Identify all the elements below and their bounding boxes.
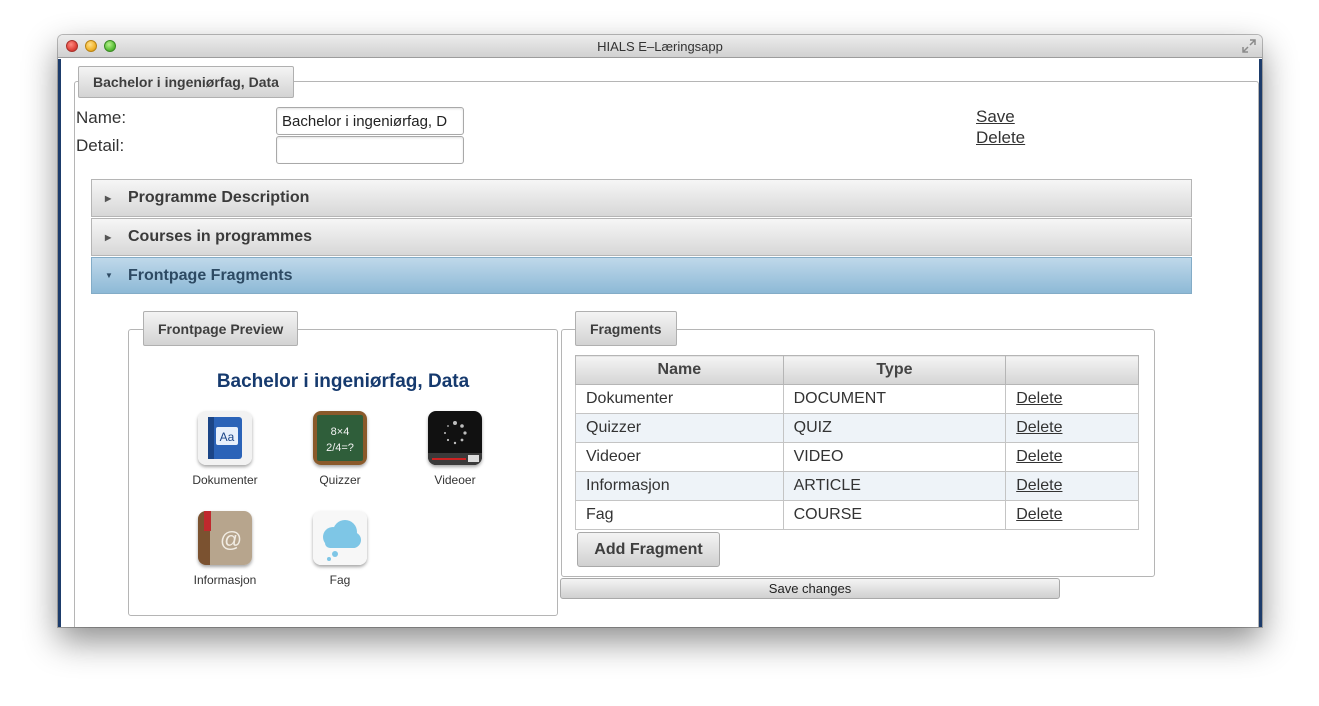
table-row: Videoer VIDEO Delete [575, 442, 1139, 472]
svg-text:8×4: 8×4 [331, 426, 350, 438]
window-title: HIALS E–Læringsapp [597, 39, 723, 54]
fragment-type-cell: QUIZ [782, 413, 1007, 443]
fullscreen-icon[interactable] [1242, 39, 1256, 53]
app-window: HIALS E–Læringsapp Bachelor i ingeniørfa… [58, 35, 1262, 627]
detail-input[interactable] [276, 136, 464, 164]
frontpage-preview-legend: Frontpage Preview [143, 311, 299, 346]
caret-down-icon: ▼ [105, 271, 113, 280]
title-bar[interactable]: HIALS E–Læringsapp [58, 35, 1262, 58]
svg-text:Aa: Aa [220, 430, 235, 444]
delete-fragment-link[interactable]: Delete [1005, 384, 1139, 414]
minimize-window-button[interactable] [85, 40, 97, 52]
programme-tab[interactable]: Bachelor i ingeniørfag, Data [78, 66, 294, 98]
accordion-frontpage-fragments[interactable]: ▼ Frontpage Fragments [91, 257, 1192, 294]
table-header-row: Name Type [575, 355, 1139, 385]
zoom-window-button[interactable] [104, 40, 116, 52]
fragment-type-cell: ARTICLE [782, 471, 1007, 501]
table-row: Informasjon ARTICLE Delete [575, 471, 1139, 501]
fragment-type-cell: DOCUMENT [782, 384, 1007, 414]
fragments-legend: Fragments [575, 311, 677, 346]
fragment-type-cell: VIDEO [782, 442, 1007, 472]
preview-title: Bachelor i ingeniørfag, Data [216, 371, 470, 392]
table-row: Fag COURSE Delete [575, 500, 1139, 530]
tile-caption: Fag [329, 573, 351, 587]
accordion-label: Courses in programmes [128, 228, 313, 245]
address-book-icon: @ [198, 511, 252, 565]
tile-caption: Quizzer [319, 473, 361, 487]
fragments-table: Name Type Dokumenter DOCUMENT Delete Qui… [575, 355, 1139, 530]
caret-right-icon: ▶ [105, 232, 112, 242]
table-row: Dokumenter DOCUMENT Delete [575, 384, 1139, 414]
table-row: Quizzer QUIZ Delete [575, 413, 1139, 443]
preview-tile-dokumenter[interactable]: Aa Dokumenter [175, 411, 275, 487]
svg-text:2/4=?: 2/4=? [326, 442, 354, 454]
preview-tile-quizzer[interactable]: 8×4 2/4=? Quizzer [290, 411, 390, 487]
fragment-name-cell: Quizzer [575, 413, 784, 443]
accordion-programme-description[interactable]: ▶ Programme Description [91, 179, 1192, 217]
delete-link[interactable]: Delete [976, 128, 1025, 148]
preview-tile-videoer[interactable]: Videoer [405, 411, 505, 487]
name-input[interactable] [276, 107, 464, 135]
fragment-name-cell: Videoer [575, 442, 784, 472]
tile-caption: Videoer [434, 473, 476, 487]
column-header-name[interactable]: Name [575, 355, 784, 385]
detail-label: Detail: [76, 136, 125, 155]
accordion-label: Programme Description [128, 189, 310, 206]
column-header-actions [1005, 355, 1139, 385]
save-changes-button[interactable]: Save changes [560, 578, 1060, 599]
preview-tile-fag[interactable]: Fag [290, 511, 390, 587]
svg-text:@: @ [220, 527, 242, 552]
close-window-button[interactable] [66, 40, 78, 52]
delete-fragment-link[interactable]: Delete [1005, 413, 1139, 443]
fragment-name-cell: Fag [575, 500, 784, 530]
column-header-type[interactable]: Type [782, 355, 1007, 385]
accordion-courses-in-programmes[interactable]: ▶ Courses in programmes [91, 218, 1192, 256]
window-content: Bachelor i ingeniørfag, Data Name: Detai… [58, 59, 1262, 627]
preview-tile-informasjon[interactable]: @ Informasjon [175, 511, 275, 587]
accordion-label: Frontpage Fragments [128, 266, 293, 284]
tile-caption: Informasjon [193, 573, 257, 587]
cloud-icon [313, 511, 367, 565]
book-icon: Aa [198, 411, 252, 465]
chalkboard-icon: 8×4 2/4=? [313, 411, 367, 465]
caret-right-icon: ▶ [105, 193, 112, 203]
fragment-type-cell: COURSE [782, 500, 1007, 530]
name-label: Name: [76, 108, 127, 127]
frontpage-preview-panel: Bachelor i ingeniørfag, Data Aa Dokument… [128, 329, 558, 616]
delete-fragment-link[interactable]: Delete [1005, 442, 1139, 472]
video-icon [428, 411, 482, 465]
add-fragment-button[interactable]: Add Fragment [577, 532, 720, 567]
save-link[interactable]: Save [976, 107, 1015, 127]
delete-fragment-link[interactable]: Delete [1005, 471, 1139, 501]
fragment-name-cell: Dokumenter [575, 384, 784, 414]
delete-fragment-link[interactable]: Delete [1005, 500, 1139, 530]
tile-caption: Dokumenter [192, 473, 258, 487]
fragment-name-cell: Informasjon [575, 471, 784, 501]
